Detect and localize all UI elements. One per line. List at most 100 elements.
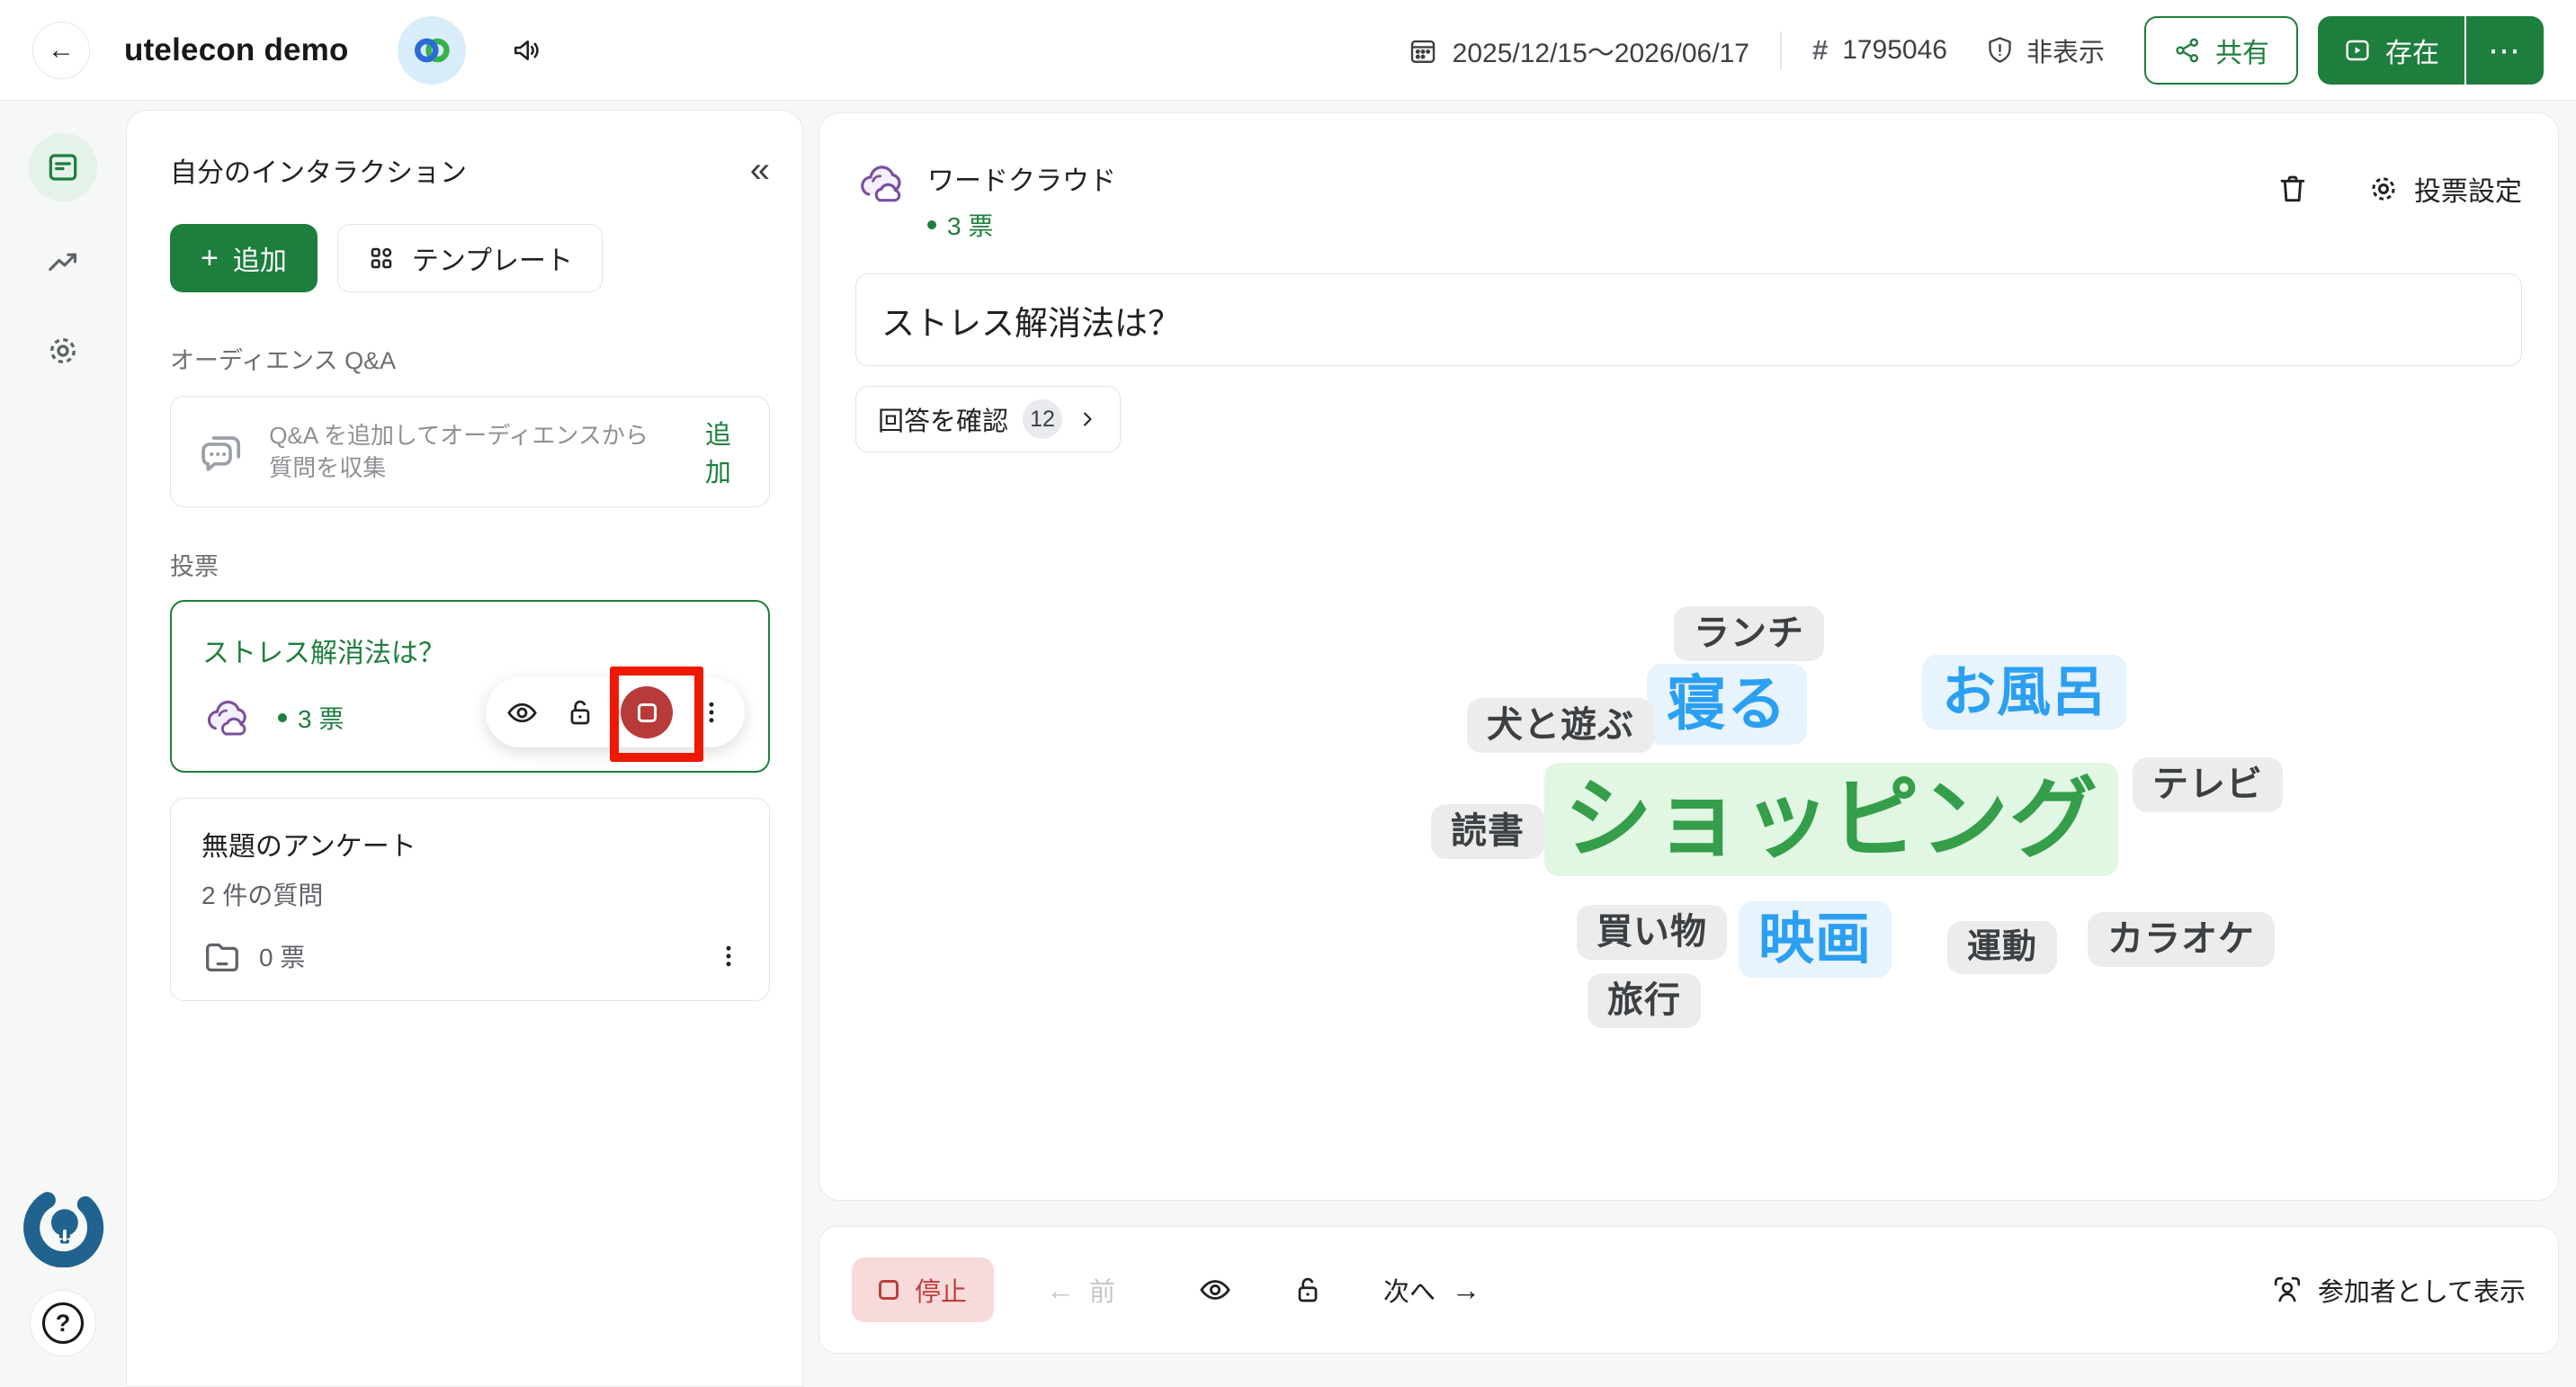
template-button[interactable]: テンプレート	[337, 224, 603, 292]
poll-votes: 3 票	[298, 700, 344, 736]
wordcloud-word: 映画	[1739, 901, 1892, 978]
stop-button[interactable]: 停止	[852, 1257, 994, 1322]
preview-eye-button[interactable]	[1198, 1273, 1232, 1307]
date-range-group: 2025/12/15〜2026/06/17	[1408, 31, 1749, 70]
chat-bubbles-icon	[196, 426, 246, 477]
grid-icon	[367, 244, 396, 273]
header-more-button[interactable]: ⋯	[2466, 16, 2544, 85]
rail-item-analytics[interactable]	[45, 245, 81, 281]
wordcloud-word: ショッピング	[1544, 763, 2118, 876]
eye-icon	[505, 696, 539, 729]
shield-alert-icon	[1985, 35, 2015, 65]
header-divider	[1780, 31, 1782, 69]
trending-up-icon	[45, 245, 81, 281]
utelecon-logo	[22, 1185, 104, 1267]
question-mark-icon: ?	[42, 1302, 84, 1344]
unlock-icon	[1292, 1274, 1324, 1306]
kebab-icon	[715, 943, 742, 970]
poll-more-button[interactable]	[698, 699, 725, 726]
folder-icon	[201, 935, 243, 977]
survey-title: 無題のアンケート	[201, 824, 742, 864]
wordcloud-word: テレビ	[2133, 757, 2283, 812]
qa-add-link[interactable]: 追加	[693, 414, 744, 489]
add-interaction-button[interactable]: + 追加	[170, 224, 318, 292]
announcement-icon[interactable]	[511, 34, 543, 67]
share-label: 共有	[2215, 31, 2269, 70]
event-code-group: # 1795046	[1812, 34, 1947, 67]
review-answers-label: 回答を確認	[878, 400, 1008, 438]
webex-logo-icon	[411, 30, 452, 71]
lock-votes-button[interactable]	[1292, 1274, 1324, 1306]
delete-poll-button[interactable]	[2276, 172, 2310, 206]
gear-icon	[2367, 173, 2400, 205]
main-votes: 3 票	[947, 207, 993, 243]
interactions-panel-icon	[45, 149, 81, 185]
qa-section-label: オーディエンス Q&A	[170, 341, 770, 376]
next-label: 次へ	[1383, 1271, 1436, 1309]
wordcloud-word: 運動	[1947, 921, 2057, 974]
top-bar-right: 2025/12/15〜2026/06/17 # 1795046 非表示 共有	[1408, 16, 2544, 85]
answers-count-badge: 12	[1023, 399, 1062, 439]
previous-label: 前	[1089, 1271, 1115, 1309]
help-button[interactable]: ?	[30, 1290, 96, 1356]
view-as-participant-button[interactable]: 参加者として表示	[2271, 1271, 2526, 1309]
live-dot	[927, 220, 936, 229]
template-label: テンプレート	[412, 238, 573, 278]
eye-icon	[1198, 1273, 1232, 1307]
visibility-status[interactable]: 非表示	[1985, 31, 2105, 69]
survey-more-button[interactable]	[715, 943, 742, 970]
back-button[interactable]: ←	[32, 22, 90, 79]
next-button[interactable]: 次へ →	[1383, 1271, 1480, 1309]
poll-card-active[interactable]: ストレス解消法は？ 3 票	[170, 600, 770, 773]
stop-icon	[879, 1280, 899, 1300]
gear-icon	[45, 333, 81, 369]
event-code: 1795046	[1842, 35, 1947, 66]
hidden-label: 非表示	[2026, 31, 2105, 69]
event-title: utelecon demo	[124, 32, 349, 68]
hash-icon: #	[1812, 34, 1828, 67]
poll-hover-toolbar	[486, 677, 745, 747]
ellipsis-icon: ⋯	[2488, 31, 2522, 69]
poll-settings-label: 投票設定	[2414, 169, 2522, 209]
wordcloud-word: 犬と遊ぶ	[1467, 698, 1654, 753]
wordcloud-word: 寝る	[1647, 664, 1807, 745]
poll-type-label: ワードクラウド	[927, 158, 1116, 198]
stop-label: 停止	[915, 1271, 967, 1309]
wordcloud-word: カラオケ	[2088, 912, 2275, 967]
view-as-participant-label: 参加者として表示	[2318, 1271, 2526, 1309]
poll-settings-button[interactable]: 投票設定	[2367, 169, 2522, 209]
survey-question-count: 2 件の質問	[201, 876, 742, 912]
arrow-left-icon: ←	[1046, 1275, 1075, 1304]
trash-icon	[2276, 172, 2310, 206]
previous-button: ← 前	[1046, 1271, 1115, 1309]
present-button-group: 存在 ⋯	[2318, 16, 2544, 85]
survey-card[interactable]: 無題のアンケート 2 件の質問 0 票	[170, 798, 770, 1001]
lightbulb-logo-icon	[22, 1185, 104, 1267]
collapse-panel-button[interactable]: «	[750, 152, 770, 188]
qa-empty-text: Q&A を追加してオーディエンスから質問を収集	[269, 419, 668, 485]
interactions-panel: 自分のインタラクション « + 追加 テンプレート オーディエンス Q&A	[126, 110, 803, 1387]
lock-votes-button[interactable]	[564, 696, 596, 729]
chevron-right-icon	[1077, 408, 1098, 430]
poll-card-title: ストレス解消法は？	[202, 631, 741, 670]
top-bar: ← utelecon demo 2025/12/15〜2026/06/17	[0, 0, 2576, 101]
add-label: 追加	[233, 238, 287, 278]
double-chevron-left-icon: «	[750, 150, 770, 190]
share-button[interactable]: 共有	[2144, 16, 2298, 85]
back-arrow-icon: ←	[48, 35, 75, 66]
wordcloud-word: 買い物	[1577, 905, 1727, 960]
present-label: 存在	[2385, 31, 2439, 70]
survey-votes: 0 票	[259, 938, 305, 974]
review-answers-button[interactable]: 回答を確認 12	[855, 386, 1121, 452]
panel-title: 自分のインタラクション	[170, 150, 467, 190]
rail-item-interactions[interactable]	[29, 133, 97, 201]
qa-empty-card: Q&A を追加してオーディエンスから質問を収集 追加	[170, 396, 770, 507]
question-input[interactable]: ストレス解消法は？	[855, 273, 2522, 366]
wordcloud-word: 読書	[1431, 804, 1544, 859]
wordcloud-word: お風呂	[1922, 655, 2126, 729]
polls-section-label: 投票	[170, 547, 770, 582]
present-button[interactable]: 存在	[2318, 16, 2464, 85]
stop-poll-button[interactable]	[621, 686, 673, 738]
rail-item-settings[interactable]	[45, 333, 81, 369]
preview-eye-button[interactable]	[505, 696, 539, 729]
